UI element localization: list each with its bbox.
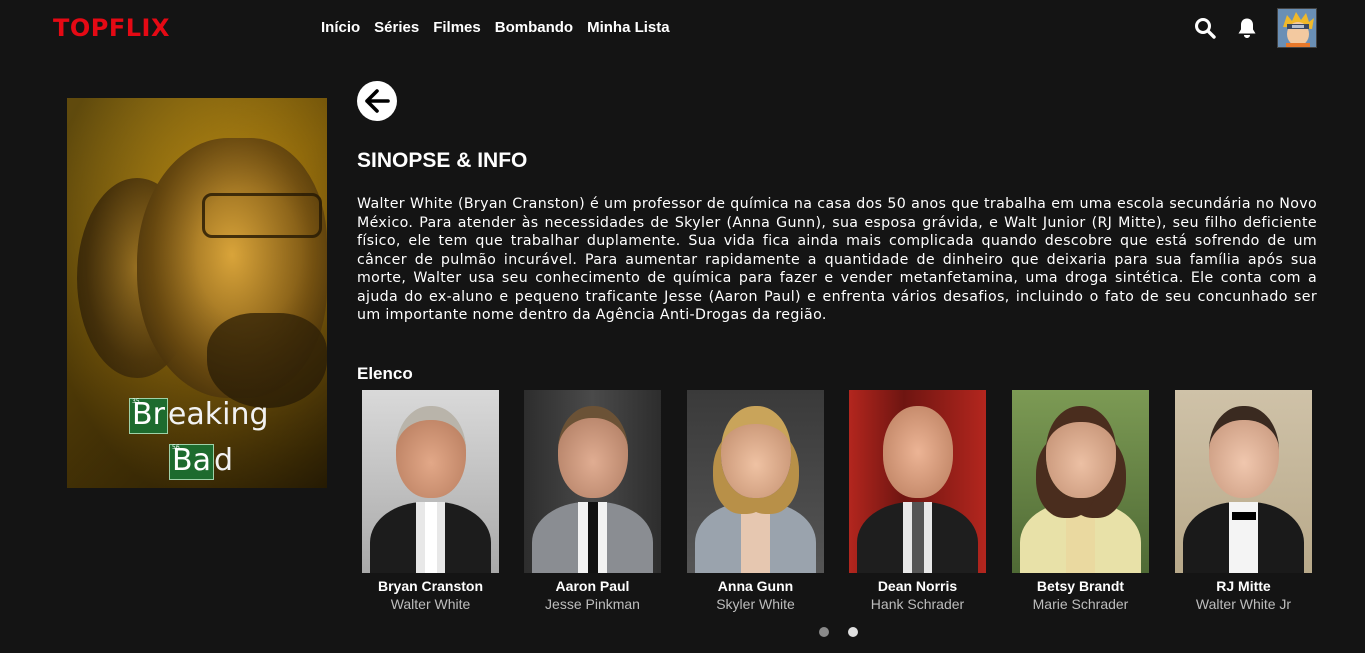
- nav-filmes[interactable]: Filmes: [433, 19, 481, 36]
- main-nav: Início Séries Filmes Bombando Minha List…: [321, 19, 670, 36]
- bell-icon[interactable]: [1235, 16, 1259, 40]
- back-button[interactable]: [357, 81, 397, 121]
- nav-bombando[interactable]: Bombando: [495, 19, 573, 36]
- synopsis-text: Walter White (Bryan Cranston) é um profe…: [357, 196, 1317, 323]
- cast-card[interactable]: Betsy Brandt Marie Schrader: [1012, 390, 1149, 612]
- cast-card[interactable]: Dean Norris Hank Schrader: [849, 390, 986, 612]
- cast-role: Jesse Pinkman: [545, 596, 640, 612]
- logo[interactable]: TOPFLIX: [53, 14, 170, 42]
- nav-inicio[interactable]: Início: [321, 19, 360, 36]
- cast-name: RJ Mitte: [1216, 578, 1271, 594]
- poster-element-ba: 56 Ba: [169, 444, 214, 480]
- cast-role: Hank Schrader: [870, 596, 965, 612]
- poster-title-line2: 56 Ba d: [169, 444, 233, 480]
- synopsis-heading: SINOPSE & INFO: [357, 149, 528, 172]
- cast-photo: [1175, 390, 1312, 573]
- cast-heading: Elenco: [357, 364, 413, 383]
- cast-carousel: Bryan Cranston Walter White Aaron Paul J…: [362, 390, 1322, 620]
- arrow-left-icon: [365, 89, 390, 113]
- search-icon[interactable]: [1193, 16, 1217, 40]
- nav-series[interactable]: Séries: [374, 19, 419, 36]
- cast-name: Anna Gunn: [717, 578, 794, 594]
- cast-photo: [687, 390, 824, 573]
- carousel-dot-2[interactable]: [848, 627, 858, 637]
- cast-role: Walter White: [390, 596, 471, 612]
- cast-role: Skyler White: [716, 596, 795, 612]
- poster-element-br: 35 Br: [129, 398, 168, 434]
- cast-role: Walter White Jr: [1195, 596, 1292, 612]
- cast-name: Aaron Paul: [555, 578, 630, 594]
- cast-card[interactable]: RJ Mitte Walter White Jr: [1175, 390, 1312, 612]
- header-actions: [1193, 8, 1317, 48]
- cast-card[interactable]: Aaron Paul Jesse Pinkman: [524, 390, 661, 612]
- carousel-pagination: [819, 627, 858, 637]
- cast-role: Marie Schrader: [1032, 596, 1129, 612]
- nav-minha-lista[interactable]: Minha Lista: [587, 19, 670, 36]
- avatar[interactable]: [1277, 8, 1317, 48]
- cast-photo: [524, 390, 661, 573]
- cast-name: Betsy Brandt: [1036, 578, 1125, 594]
- poster-title-line1: 35 Br eaking: [129, 398, 269, 434]
- cast-name: Bryan Cranston: [377, 578, 484, 594]
- cast-card[interactable]: Bryan Cranston Walter White: [362, 390, 499, 612]
- cast-card[interactable]: Anna Gunn Skyler White: [687, 390, 824, 612]
- cast-photo: [849, 390, 986, 573]
- show-poster: 35 Br eaking 56 Ba d: [67, 98, 327, 488]
- cast-photo: [1012, 390, 1149, 573]
- cast-photo: [362, 390, 499, 573]
- top-bar: TOPFLIX Início Séries Filmes Bombando Mi…: [0, 0, 1365, 56]
- carousel-dot-1[interactable]: [819, 627, 829, 637]
- cast-name: Dean Norris: [877, 578, 958, 594]
